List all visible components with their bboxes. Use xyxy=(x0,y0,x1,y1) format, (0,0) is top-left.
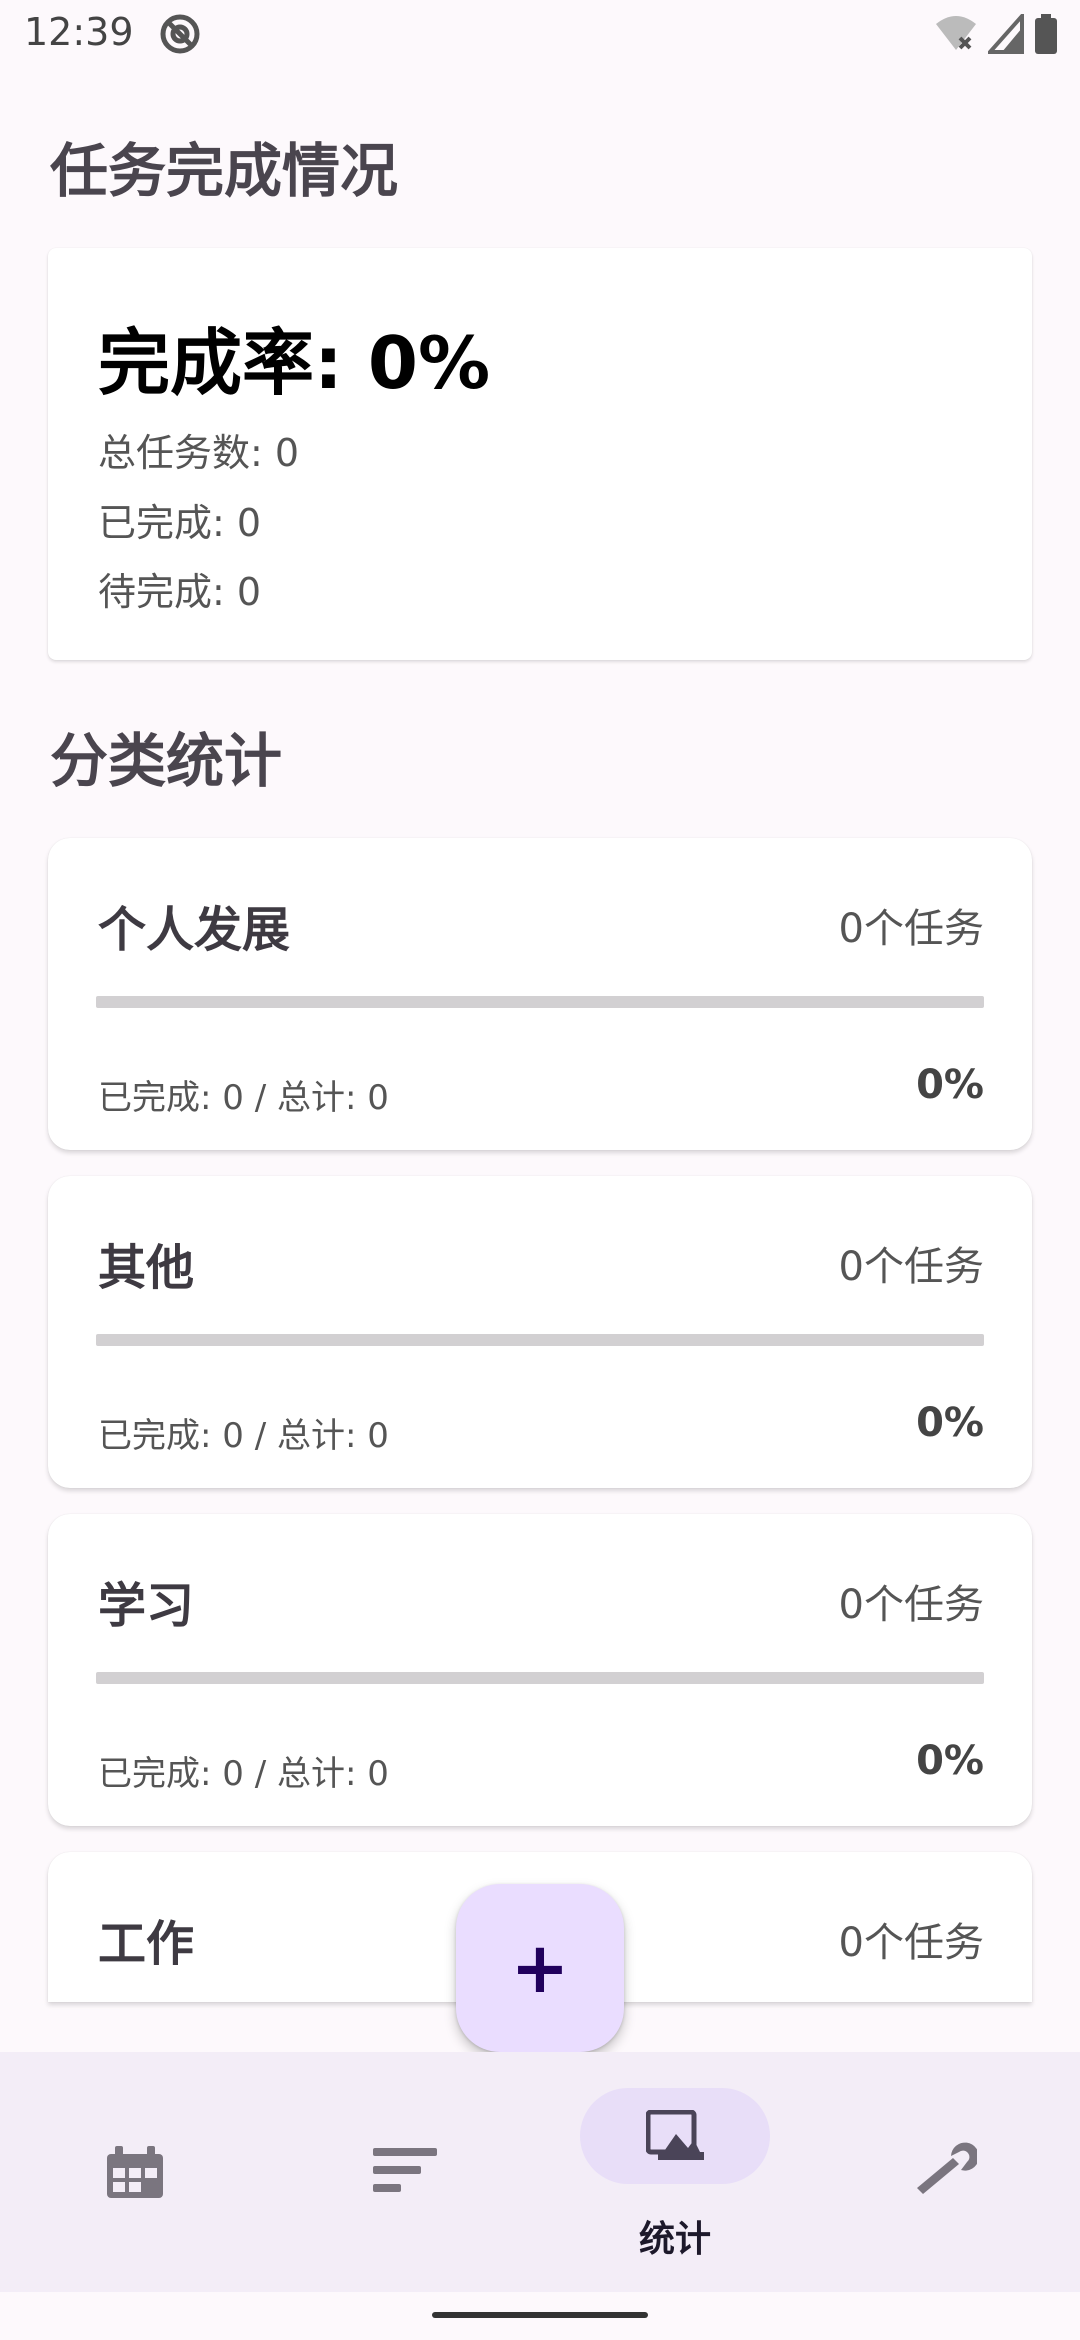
category-count: 0个任务 xyxy=(838,1920,984,1966)
categories-title: 分类统计 xyxy=(50,727,283,795)
nav-item-settings[interactable] xyxy=(810,2052,1080,2292)
pending-tasks: 待完成: 0 xyxy=(98,570,262,614)
category-name: 学习 xyxy=(98,1578,195,1634)
image-stats-icon xyxy=(646,2110,704,2160)
add-task-button[interactable]: + xyxy=(456,1884,624,2052)
category-detail: 已完成: 0 / 总计: 0 xyxy=(98,1078,389,1118)
category-progress-bar xyxy=(96,1334,984,1346)
status-time: 12:39 xyxy=(24,10,134,54)
category-card-study[interactable]: 学习 0个任务 已完成: 0 / 总计: 0 0% xyxy=(48,1514,1032,1826)
category-count: 0个任务 xyxy=(838,906,984,952)
category-percent: 0% xyxy=(916,1062,984,1108)
category-percent: 0% xyxy=(916,1400,984,1446)
category-name: 工作 xyxy=(98,1916,195,1972)
status-icons xyxy=(934,14,1058,54)
status-bar: 12:39 xyxy=(0,0,1080,72)
done-tasks: 已完成: 0 xyxy=(98,501,262,545)
category-count: 0个任务 xyxy=(838,1244,984,1290)
cell-signal-icon xyxy=(988,14,1024,54)
category-progress-bar xyxy=(96,996,984,1008)
home-indicator[interactable] xyxy=(432,2312,648,2318)
completion-rate: 完成率: 0% xyxy=(98,321,491,405)
category-card-other[interactable]: 其他 0个任务 已完成: 0 / 总计: 0 0% xyxy=(48,1176,1032,1488)
nav-item-calendar[interactable] xyxy=(0,2052,270,2292)
category-percent: 0% xyxy=(916,1738,984,1784)
nav-item-list[interactable] xyxy=(270,2052,540,2292)
category-name: 个人发展 xyxy=(98,902,291,958)
overview-title: 任务完成情况 xyxy=(50,137,399,205)
category-name: 其他 xyxy=(98,1240,195,1296)
nav-label-stats: 统计 xyxy=(638,2219,711,2260)
wifi-off-icon xyxy=(936,16,976,50)
list-icon xyxy=(373,2148,437,2192)
category-detail: 已完成: 0 / 总计: 0 xyxy=(98,1416,389,1456)
plus-icon: + xyxy=(510,1927,570,2009)
overview-card: 完成率: 0% 总任务数: 0 已完成: 0 待完成: 0 xyxy=(48,248,1032,660)
category-count: 0个任务 xyxy=(838,1582,984,1628)
category-progress-bar xyxy=(96,1672,984,1684)
wrench-icon xyxy=(917,2142,977,2194)
at-sign-icon xyxy=(160,14,200,54)
total-tasks: 总任务数: 0 xyxy=(98,431,300,475)
bottom-navigation: 统计 xyxy=(0,2052,1080,2292)
battery-icon xyxy=(1035,14,1057,54)
nav-item-stats[interactable]: 统计 xyxy=(540,2052,810,2292)
category-card-personal[interactable]: 个人发展 0个任务 已完成: 0 / 总计: 0 0% xyxy=(48,838,1032,1150)
category-detail: 已完成: 0 / 总计: 0 xyxy=(98,1754,389,1794)
calendar-icon xyxy=(107,2146,163,2198)
